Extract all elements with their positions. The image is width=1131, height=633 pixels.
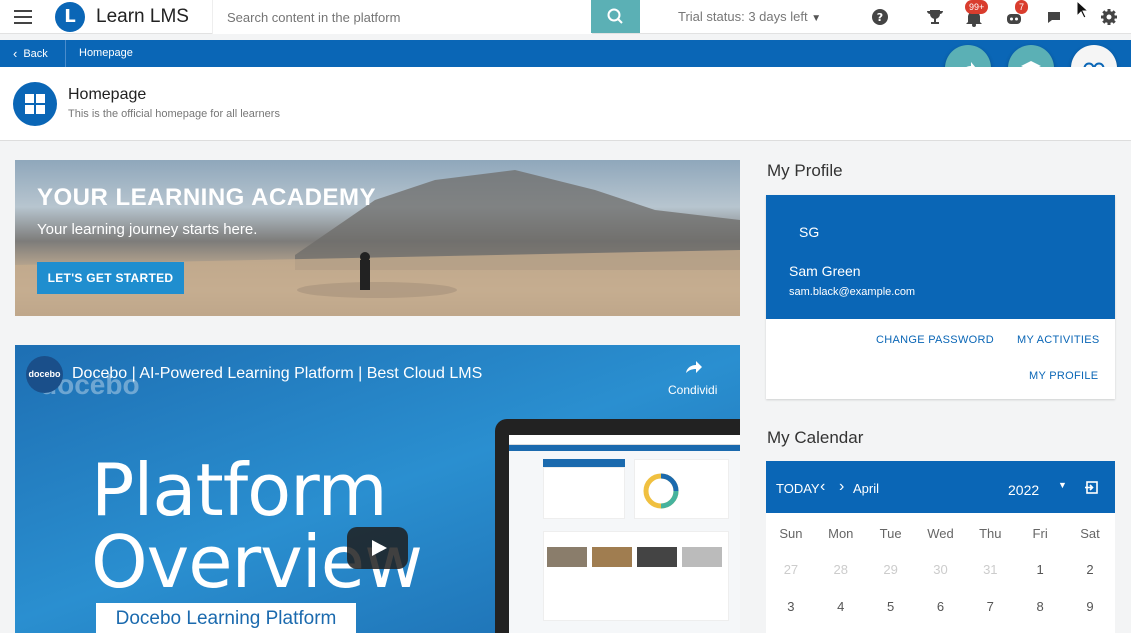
banner-title: YOUR LEARNING ACADEMY [37,184,376,211]
calendar-header: TODAY ‹ › April 2022 ▼ [766,461,1115,513]
laptop-mockup [495,419,740,633]
notifications-badge: 99+ [965,0,989,14]
share-label[interactable]: Condividi [668,383,717,397]
svg-text:?: ? [877,11,883,24]
calendar-week: 27 28 29 30 31 1 2 [766,562,1115,577]
mouse-cursor-icon [1076,0,1089,19]
app-name[interactable]: Learn LMS [96,6,189,28]
share-icon[interactable] [683,357,705,377]
trial-value: 3 days left [748,9,808,24]
top-bar: L Learn LMS Trial status: 3 days left ▼ … [0,0,1131,34]
search-input[interactable] [213,0,592,34]
calendar-day[interactable]: 31 [965,562,1015,577]
search-button[interactable] [591,0,640,33]
weekday-row: Sun Mon Tue Wed Thu Fri Sat [766,526,1115,541]
play-button[interactable] [347,527,408,569]
search-icon [607,8,623,24]
page-icon [13,82,57,126]
next-month-icon[interactable]: › [839,478,844,496]
weekday-label: Mon [828,526,854,541]
calendar-day[interactable]: 9 [1065,599,1115,614]
calendar-day[interactable]: 29 [866,562,916,577]
calendar-day[interactable]: 2 [1065,562,1115,577]
hamburger-icon[interactable] [14,10,32,24]
calendar-day[interactable]: 8 [1015,599,1065,614]
profile-header: SG Sam Green sam.black@example.com [766,195,1115,319]
app-logo[interactable]: L [55,2,85,32]
search-box [212,0,592,34]
calendar-day[interactable]: 28 [816,562,866,577]
calendar-day[interactable]: 6 [916,599,966,614]
back-label: Back [23,47,48,60]
profile-email: sam.black@example.com [789,286,916,298]
dashboard-icon [25,94,45,114]
prev-month-icon[interactable]: ‹ [820,478,825,496]
calendar-day[interactable]: 1 [1015,562,1065,577]
chat-icon[interactable] [1043,6,1065,28]
calendar-year[interactable]: 2022 [1008,482,1039,498]
academy-banner: YOUR LEARNING ACADEMY Your learning jour… [15,160,740,316]
page-header: Homepage This is the official homepage f… [0,67,1131,141]
channel-logo[interactable]: docebo [26,356,63,393]
calendar-day[interactable]: 4 [816,599,866,614]
gear-icon[interactable] [1098,6,1120,28]
trial-label: Trial status: [678,9,745,24]
chevron-down-icon: ▼ [811,13,822,24]
trial-status[interactable]: Trial status: 3 days left ▼ [678,9,821,24]
calendar-widget: TODAY ‹ › April 2022 ▼ Sun Mon Tue Wed T… [766,461,1115,633]
chevron-left-icon: ‹ [13,46,18,61]
calendar-day[interactable]: 3 [766,599,816,614]
calendar-day[interactable]: 30 [916,562,966,577]
avatar[interactable]: SG [799,224,819,240]
profile-section-title: My Profile [767,161,843,180]
breadcrumb[interactable]: Homepage [79,47,133,59]
weekday-label: Thu [979,526,1002,541]
calendar-day[interactable]: 5 [866,599,916,614]
calendar-month: April [853,481,880,496]
year-dropdown-icon[interactable]: ▼ [1058,480,1067,490]
my-activities-link[interactable]: MY ACTIVITIES [1017,334,1100,346]
get-started-button[interactable]: LET'S GET STARTED [37,262,184,294]
banner-subtitle: Your learning journey starts here. [37,221,258,238]
calendar-week: 3 4 5 6 7 8 9 [766,599,1115,614]
video-player[interactable]: docebo docebo Docebo | AI-Powered Learni… [15,345,740,633]
laptop-screen [509,435,740,633]
video-caption: Docebo Learning Platform [96,603,356,633]
weekday-label: Wed [927,526,954,541]
calendar-day[interactable]: 27 [766,562,816,577]
page-title: Homepage [68,86,147,103]
weekday-label: Sun [779,526,803,541]
my-profile-link[interactable]: MY PROFILE [1029,370,1098,382]
help-icon[interactable]: ? [869,6,891,28]
change-password-link[interactable]: CHANGE PASSWORD [876,334,994,346]
weekday-label: Sat [1080,526,1100,541]
back-button[interactable]: ‹ Back [0,40,66,67]
calendar-day[interactable]: 7 [965,599,1015,614]
donut-chart-image [643,473,679,509]
video-title[interactable]: Docebo | AI-Powered Learning Platform | … [72,365,482,383]
weekday-label: Fri [1032,526,1048,541]
messages-badge: 7 [1015,0,1029,14]
page-subtitle: This is the official homepage for all le… [68,108,280,120]
export-icon[interactable] [1084,480,1099,495]
profile-name: Sam Green [789,263,861,279]
trophy-icon[interactable] [924,6,946,28]
weekday-label: Tue [879,526,902,541]
profile-card: SG Sam Green sam.black@example.com CHANG… [766,195,1115,399]
today-button[interactable]: TODAY [776,481,820,496]
calendar-section-title: My Calendar [767,428,864,447]
